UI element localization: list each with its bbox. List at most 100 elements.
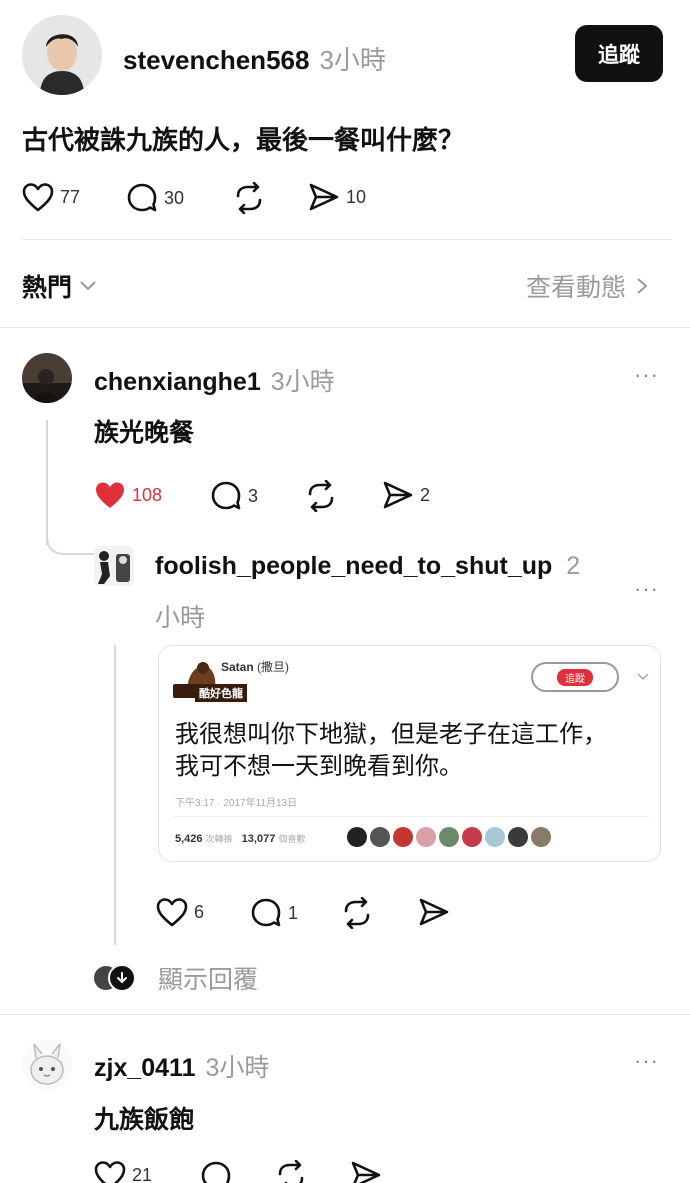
replies-avatar-stack [92, 962, 140, 994]
post-comment-button[interactable]: 30 [126, 182, 184, 214]
reply2-time-part1: 2 [566, 552, 581, 580]
reply1-username-text[interactable]: chenxianghe1 [94, 368, 261, 396]
reply1-share-count: 2 [420, 484, 431, 505]
reply1-avatar[interactable] [22, 353, 72, 403]
heart-icon [22, 183, 54, 212]
send-icon [383, 481, 413, 509]
embed-retweets: 5,426 [175, 833, 203, 845]
embed-stats: 5,426 次轉推 13,077 個喜歡 [175, 832, 305, 845]
reply3-repost-button[interactable] [274, 1160, 308, 1183]
reply2-thread-line [114, 645, 116, 945]
reply1-comment-button[interactable]: 3 [210, 480, 258, 512]
embed-likes: 13,077 [241, 833, 276, 845]
divider-reply3 [0, 1014, 690, 1015]
embed-likes-label: 個喜歡 [278, 834, 306, 844]
post-username[interactable]: stevenchen568 3小時 [123, 40, 386, 77]
reply3-comment-button[interactable] [200, 1160, 232, 1183]
divider-filter [0, 327, 690, 328]
reply1-repost-button[interactable] [304, 480, 338, 512]
liker-avatar [393, 827, 413, 847]
reply1-username[interactable]: chenxianghe1 3小時 [94, 362, 335, 398]
reply2-avatar[interactable] [94, 546, 134, 586]
repost-icon [344, 897, 370, 929]
post-avatar[interactable] [22, 15, 102, 95]
view-activity-link[interactable]: 查看動態 [526, 268, 650, 304]
heart-icon [94, 1161, 126, 1183]
repost-icon [278, 1160, 304, 1183]
profile-photo-icon [94, 546, 134, 586]
reply3-username-text[interactable]: zjx_0411 [94, 1054, 196, 1082]
embed-author-name: Satan [221, 660, 254, 674]
reply3-username[interactable]: zjx_0411 3小時 [94, 1048, 269, 1084]
reply2-time-part2: 小時 [155, 604, 206, 632]
post-username-text[interactable]: stevenchen568 [123, 45, 309, 75]
post-share-count: 10 [346, 186, 367, 207]
embed-retweets-label: 次轉推 [205, 834, 233, 844]
liker-avatar [439, 827, 459, 847]
post-text: 古代被誅九族的人，最後一餐叫什麼？ [22, 125, 465, 155]
chevron-down-icon [80, 281, 96, 291]
show-replies-button[interactable]: 顯示回覆 [92, 960, 258, 996]
heart-filled-icon [96, 482, 124, 508]
comment-icon [127, 183, 157, 212]
send-icon [419, 898, 449, 926]
post-repost-button[interactable] [232, 182, 266, 214]
show-replies-label: 顯示回覆 [158, 966, 259, 994]
embed-author: Satan (撒旦) [221, 658, 289, 675]
post-share-button[interactable]: 10 [308, 182, 366, 212]
reply3-avatar[interactable] [22, 1040, 72, 1090]
liker-avatar [416, 827, 436, 847]
embed-text-line2: 我可不想一天到晚看到你。 [175, 753, 463, 780]
comment-icon [251, 898, 281, 927]
view-activity-label: 查看動態 [526, 274, 627, 302]
post-time: 3小時 [319, 45, 386, 75]
post-like-count: 77 [60, 186, 81, 207]
reply1-text: 族光晚餐 [94, 419, 195, 447]
embed-chevron-down-icon [637, 673, 649, 681]
reply1-time: 3小時 [270, 368, 335, 396]
reply3-time: 3小時 [205, 1054, 270, 1082]
down-arrow-icon [108, 964, 136, 992]
reply2-repost-button[interactable] [340, 897, 374, 929]
reply1-like-button[interactable]: 108 [94, 480, 162, 510]
send-icon [351, 1161, 381, 1183]
reply2-share-button[interactable] [418, 897, 450, 927]
reply3-more-icon[interactable]: ··· [634, 1048, 659, 1074]
embed-handle: 酷好色龍 [195, 684, 247, 702]
reply1-thread-line [46, 420, 48, 545]
reply3-share-button[interactable] [350, 1160, 382, 1183]
reply2-embedded-image[interactable]: Satan (撒旦) 酷好色龍 追蹤 我很想叫你下地獄，但是老子在這工作， 我可… [158, 645, 661, 862]
reply2-like-button[interactable]: 6 [156, 897, 204, 927]
repost-icon [308, 480, 334, 512]
reply2-username[interactable]: foolish_people_need_to_shut_up 2 [155, 552, 580, 581]
embed-divider [173, 816, 649, 817]
liker-avatar [347, 827, 367, 847]
embed-follow-button: 追蹤 [531, 662, 619, 692]
bunny-avatar-icon [22, 1040, 72, 1090]
reply3-like-count: 21 [132, 1164, 153, 1183]
embed-follow-label: 追蹤 [557, 668, 593, 686]
sort-dropdown[interactable]: 熱門 [22, 268, 98, 304]
thread-connector-icon [46, 536, 94, 555]
post-like-button[interactable]: 77 [22, 182, 80, 212]
comment-icon [201, 1161, 231, 1183]
heart-icon [156, 898, 188, 927]
post-comment-count: 30 [164, 187, 185, 208]
reply3-like-button[interactable]: 21 [94, 1160, 152, 1183]
liker-avatar [508, 827, 528, 847]
sort-label: 熱門 [22, 274, 73, 302]
liker-avatar [485, 827, 505, 847]
reply1-share-button[interactable]: 2 [382, 480, 430, 510]
repost-icon [236, 182, 262, 214]
reply2-comment-button[interactable]: 1 [250, 897, 298, 929]
embed-timestamp: 下午3:17 · 2017年11月13日 [175, 798, 298, 809]
comment-icon [211, 481, 241, 510]
follow-button[interactable]: 追蹤 [575, 25, 663, 82]
embed-text-line1: 我很想叫你下地獄，但是老子在這工作， [175, 721, 607, 748]
reply2-username-text[interactable]: foolish_people_need_to_shut_up [155, 552, 552, 580]
reply1-more-icon[interactable]: ··· [634, 362, 659, 388]
reply3-text: 九族飯飽 [94, 1106, 195, 1134]
reply2-more-icon[interactable]: ··· [634, 576, 659, 602]
reply1-like-count: 108 [132, 484, 163, 505]
profile-photo-icon [22, 15, 102, 95]
